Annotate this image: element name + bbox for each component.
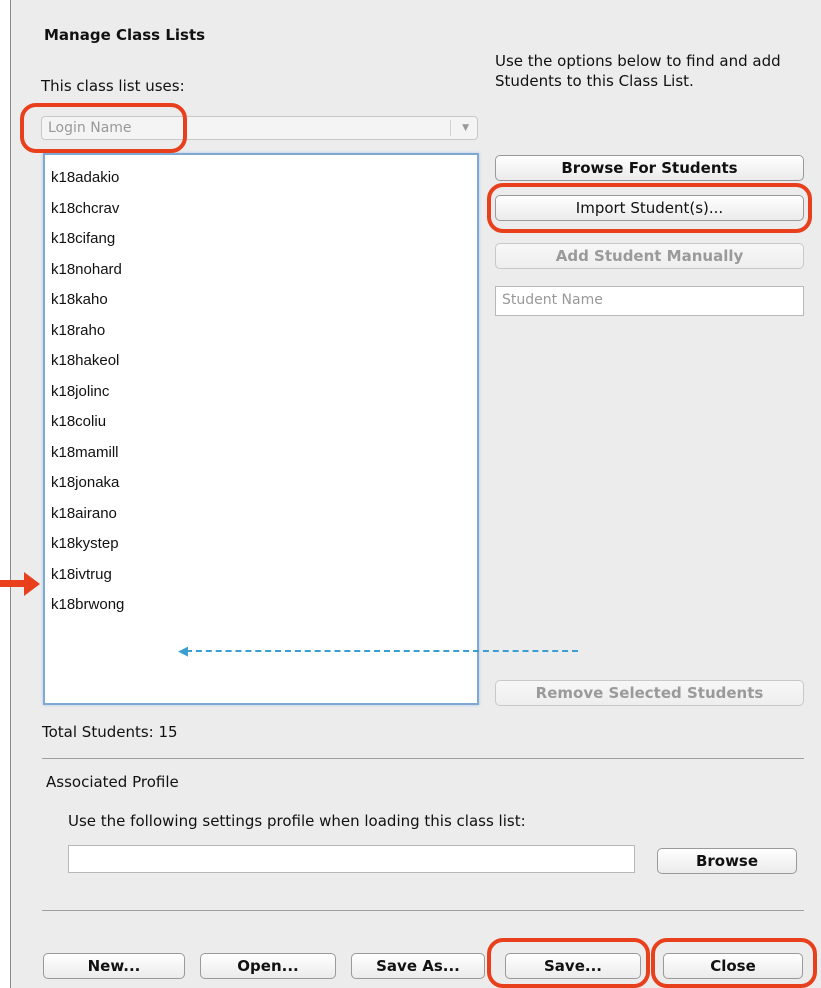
profile-instruction: Use the following settings profile when …	[68, 812, 526, 830]
guide-dashed-line	[186, 650, 578, 652]
browse-for-students-button[interactable]: Browse For Students	[495, 155, 804, 181]
student-list-item[interactable]: k18kystep	[51, 529, 477, 560]
student-list-item[interactable]: k18jolinc	[51, 377, 477, 408]
close-button[interactable]: Close	[663, 953, 803, 979]
open-button[interactable]: Open...	[200, 953, 336, 979]
instructions-text: Use the options below to find and add St…	[495, 52, 781, 90]
remove-selected-students-button[interactable]: Remove Selected Students	[495, 680, 804, 706]
student-list[interactable]: k18adakio k18chcrav k18cifang k18nohard k18k…	[43, 153, 479, 705]
student-list-item[interactable]: k18kaho	[51, 285, 477, 316]
profile-path-input[interactable]	[68, 845, 635, 873]
associated-profile-heading: Associated Profile	[46, 773, 179, 791]
save-button[interactable]: Save...	[505, 953, 641, 979]
student-list-item[interactable]: k18mamill	[51, 438, 477, 469]
student-list-items: k18adakio k18chcrav k18cifang k18nohard k18k…	[45, 155, 477, 621]
section-divider-top	[42, 758, 804, 759]
chevron-down-icon: ▼	[462, 123, 469, 133]
id-type-select-value: Login Name	[48, 120, 132, 136]
student-list-item[interactable]: k18airano	[51, 499, 477, 530]
student-list-item[interactable]: k18adakio	[51, 163, 477, 194]
student-name-input[interactable]: Student Name	[495, 286, 804, 316]
save-as-button[interactable]: Save As...	[351, 953, 485, 979]
student-list-item[interactable]: k18raho	[51, 316, 477, 347]
profile-browse-button[interactable]: Browse	[657, 848, 797, 874]
id-type-select[interactable]: Login Name ▼	[41, 116, 478, 140]
student-list-item[interactable]: k18hakeol	[51, 346, 477, 377]
student-list-item[interactable]: k18jonaka	[51, 468, 477, 499]
student-list-item[interactable]: k18brwong	[51, 590, 477, 621]
import-students-button[interactable]: Import Student(s)...	[495, 195, 804, 221]
annotation-arrow-shaft	[0, 580, 26, 587]
student-list-item[interactable]: k18cifang	[51, 224, 477, 255]
student-list-item[interactable]: k18nohard	[51, 255, 477, 286]
section-divider-bottom	[42, 910, 804, 911]
annotation-arrow-icon	[24, 572, 40, 596]
uses-label: This class list uses:	[41, 77, 185, 95]
student-list-item[interactable]: k18chcrav	[51, 194, 477, 225]
new-button[interactable]: New...	[43, 953, 185, 979]
student-list-item[interactable]: k18ivtrug	[51, 560, 477, 591]
student-name-placeholder: Student Name	[502, 292, 603, 308]
select-divider	[450, 120, 451, 136]
add-student-manually-button[interactable]: Add Student Manually	[495, 243, 804, 269]
arrow-left-icon: ◀	[178, 644, 188, 659]
student-list-item[interactable]: k18coliu	[51, 407, 477, 438]
dialog-title: Manage Class Lists	[44, 26, 206, 44]
total-students: Total Students: 15	[42, 723, 178, 741]
